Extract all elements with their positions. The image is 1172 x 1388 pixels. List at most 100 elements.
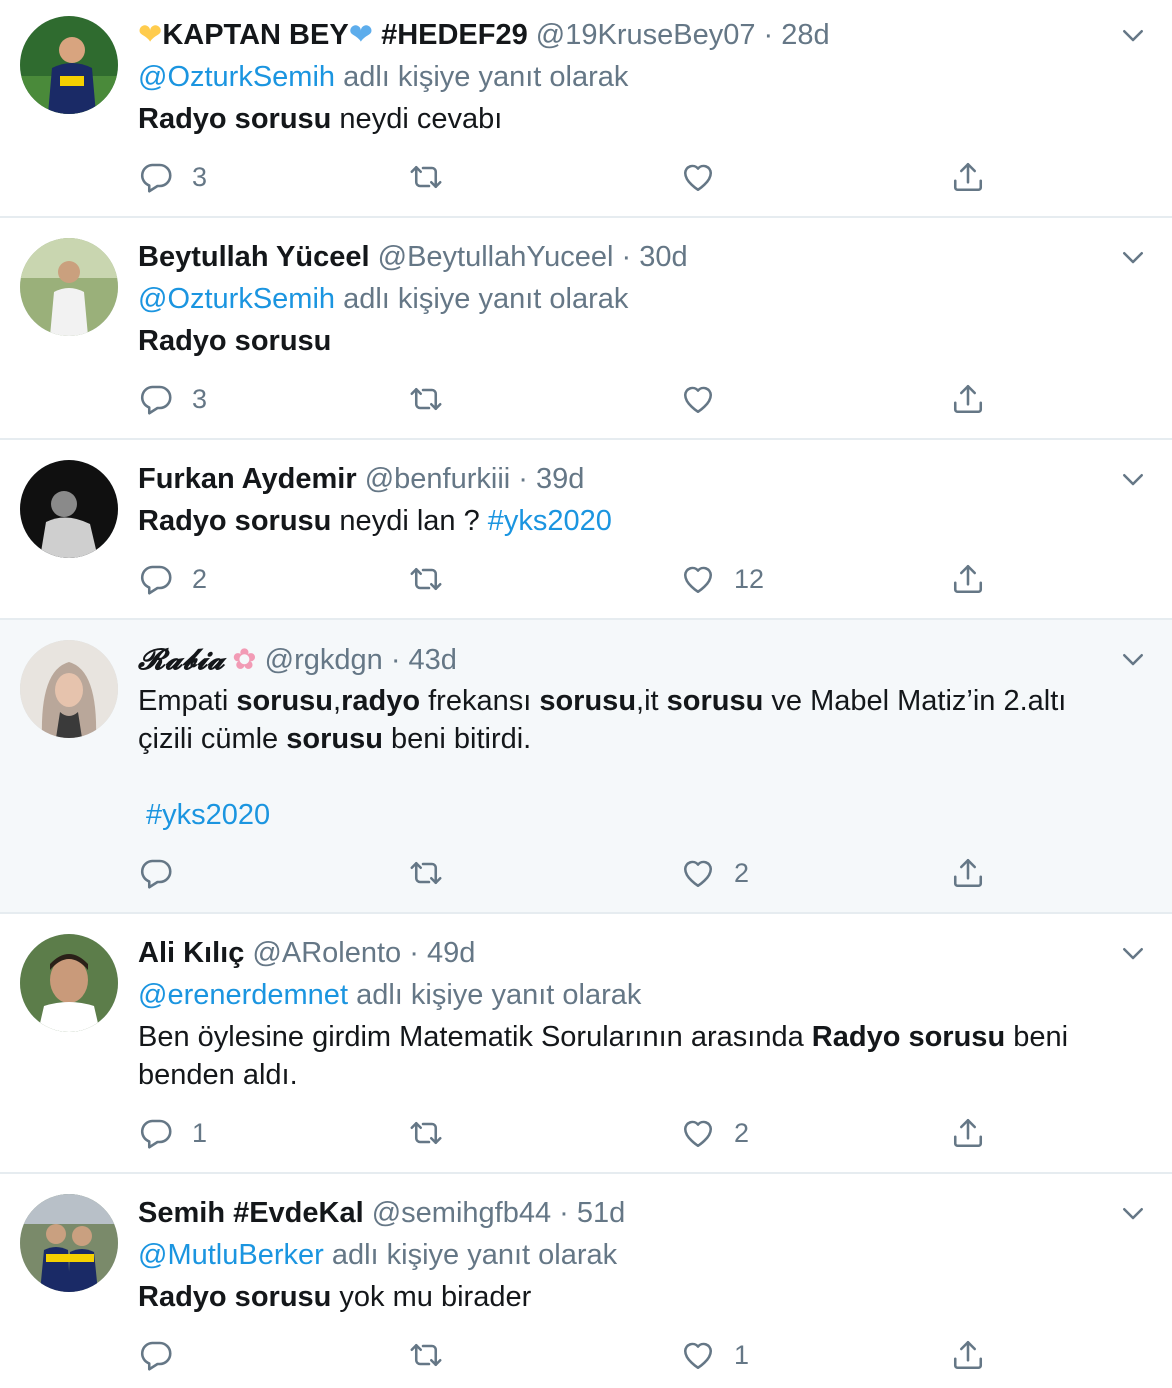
tweet-header: 𝓡𝓪𝓫𝓲𝓪 ✿ @rgkdgn · 43d: [138, 642, 457, 676]
author-handle[interactable]: @19KruseBey07: [536, 19, 756, 51]
hashtag-link[interactable]: #yks2020: [146, 799, 270, 831]
share-icon: [950, 561, 986, 597]
like-button[interactable]: [680, 379, 716, 419]
reply-button[interactable]: [138, 1335, 174, 1375]
author-name[interactable]: Beytullah Yüceel: [138, 241, 370, 273]
reply-context: @OzturkSemih adlı kişiye yanıt olarak: [138, 58, 1112, 96]
reply-button[interactable]: 1: [138, 1113, 207, 1153]
retweet-icon: [408, 159, 444, 195]
heart-icon: [680, 159, 716, 195]
like-button[interactable]: [680, 157, 716, 197]
yellow-heart-icon: ❤: [138, 19, 163, 51]
chevron-down-icon[interactable]: [1118, 20, 1148, 50]
avatar[interactable]: [20, 640, 118, 738]
retweet-button[interactable]: [408, 1335, 444, 1375]
avatar[interactable]: [20, 934, 118, 1032]
author-name[interactable]: Furkan Aydemir: [138, 463, 357, 495]
tweet-time[interactable]: 49d: [427, 937, 475, 969]
reply-count: 3: [192, 383, 208, 414]
reply-to-link[interactable]: @MutluBerker: [138, 1239, 324, 1271]
tweet[interactable]: Furkan Aydemir @benfurkiii · 39d Radyo s…: [0, 440, 1172, 620]
text: Ben öylesine girdim Matematik Sorularını…: [138, 1021, 812, 1053]
author-name[interactable]: KAPTAN BEY: [162, 19, 348, 51]
author-name[interactable]: Semih #EvdeKal: [138, 1197, 364, 1229]
share-button[interactable]: [950, 157, 986, 197]
text: yok mu birader: [331, 1281, 532, 1313]
reply-button[interactable]: [138, 853, 174, 893]
hashtag-link[interactable]: #yks2020: [488, 505, 612, 537]
share-button[interactable]: [950, 1113, 986, 1153]
tweet-text: Radyo sorusu yok mu birader: [138, 1278, 1112, 1316]
share-button[interactable]: [950, 559, 986, 599]
reply-count: 2: [192, 563, 208, 594]
reply-icon: [138, 855, 174, 891]
reply-count: 3: [192, 161, 208, 192]
reply-button[interactable]: 3: [138, 379, 207, 419]
reply-button[interactable]: 3: [138, 157, 207, 197]
text: Empati: [138, 685, 237, 717]
author-handle[interactable]: @ARolento: [252, 937, 401, 969]
share-icon: [950, 855, 986, 891]
avatar[interactable]: [20, 16, 118, 114]
like-count: 2: [734, 857, 750, 888]
tweet-text: Radyo sorusu neydi cevabı: [138, 100, 1112, 138]
tweet[interactable]: 𝓡𝓪𝓫𝓲𝓪 ✿ @rgkdgn · 43d Empati sorusu,rady…: [0, 620, 1172, 914]
retweet-button[interactable]: [408, 853, 444, 893]
author-handle[interactable]: @semihgfb44: [372, 1197, 551, 1229]
reply-icon: [138, 381, 174, 417]
reply-to-link[interactable]: @OzturkSemih: [138, 283, 335, 315]
chevron-down-icon[interactable]: [1118, 938, 1148, 968]
like-button[interactable]: 1: [680, 1335, 749, 1375]
share-icon: [950, 1337, 986, 1373]
tweet-header: Ali Kılıç @ARolento · 49d: [138, 937, 476, 969]
avatar[interactable]: [20, 460, 118, 558]
retweet-button[interactable]: [408, 157, 444, 197]
heart-icon: [680, 561, 716, 597]
bold-text: radyo: [341, 685, 421, 717]
retweet-button[interactable]: [408, 379, 444, 419]
tweet-time[interactable]: 43d: [409, 644, 457, 676]
tweet[interactable]: Semih #EvdeKal @semihgfb44 · 51d @MutluB…: [0, 1174, 1172, 1388]
like-count: 12: [734, 563, 765, 594]
tweet-time[interactable]: 51d: [577, 1197, 625, 1229]
retweet-button[interactable]: [408, 559, 444, 599]
chevron-down-icon[interactable]: [1118, 464, 1148, 494]
author-name[interactable]: Ali Kılıç: [138, 937, 244, 969]
reply-suffix: adlı kişiye yanıt olarak: [343, 61, 629, 93]
reply-to-link[interactable]: @erenerdemnet: [138, 979, 348, 1011]
share-button[interactable]: [950, 1335, 986, 1375]
avatar[interactable]: [20, 1194, 118, 1292]
like-button[interactable]: 2: [680, 853, 749, 893]
like-button[interactable]: 12: [680, 559, 764, 599]
bold-text: Radyo sorusu: [138, 325, 332, 357]
reply-icon: [138, 159, 174, 195]
retweet-icon: [408, 855, 444, 891]
reply-context: @MutluBerker adlı kişiye yanıt olarak: [138, 1236, 1112, 1274]
share-button[interactable]: [950, 379, 986, 419]
like-button[interactable]: 2: [680, 1113, 749, 1153]
author-handle[interactable]: @benfurkiii: [365, 463, 511, 495]
retweet-button[interactable]: [408, 1113, 444, 1153]
text: beni bitirdi.: [382, 723, 532, 755]
tweet-time[interactable]: 39d: [536, 463, 584, 495]
author-name[interactable]: 𝓡𝓪𝓫𝓲𝓪: [138, 642, 224, 676]
tweet[interactable]: Ali Kılıç @ARolento · 49d @erenerdemnet …: [0, 914, 1172, 1174]
avatar[interactable]: [20, 238, 118, 336]
reply-count: 1: [192, 1117, 208, 1148]
tweet-time[interactable]: 30d: [639, 241, 687, 273]
chevron-down-icon[interactable]: [1118, 242, 1148, 272]
tweet-time[interactable]: 28d: [781, 19, 829, 51]
reply-button[interactable]: 2: [138, 559, 207, 599]
text: neydi lan ?: [331, 505, 488, 537]
chevron-down-icon[interactable]: [1118, 644, 1148, 674]
chevron-down-icon[interactable]: [1118, 1198, 1148, 1228]
reply-to-link[interactable]: @OzturkSemih: [138, 61, 335, 93]
tweet-header: Furkan Aydemir @benfurkiii · 39d: [138, 463, 585, 495]
share-button[interactable]: [950, 853, 986, 893]
text: ,it: [636, 685, 667, 717]
author-handle[interactable]: @rgkdgn: [265, 644, 383, 676]
tweet[interactable]: ❤KAPTAN BEY❤ #HEDEF29 @19KruseBey07 · 28…: [0, 0, 1172, 218]
retweet-icon: [408, 561, 444, 597]
author-handle[interactable]: @BeytullahYuceel: [378, 241, 614, 273]
tweet[interactable]: Beytullah Yüceel @BeytullahYuceel · 30d …: [0, 218, 1172, 440]
